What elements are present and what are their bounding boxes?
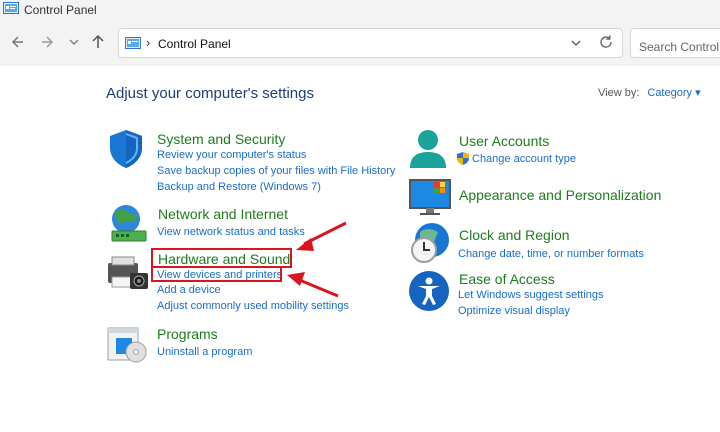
annotation-overlay [287,221,347,298]
annotation-arrow-top [296,221,347,251]
annotation-arrow-bottom [287,272,339,298]
